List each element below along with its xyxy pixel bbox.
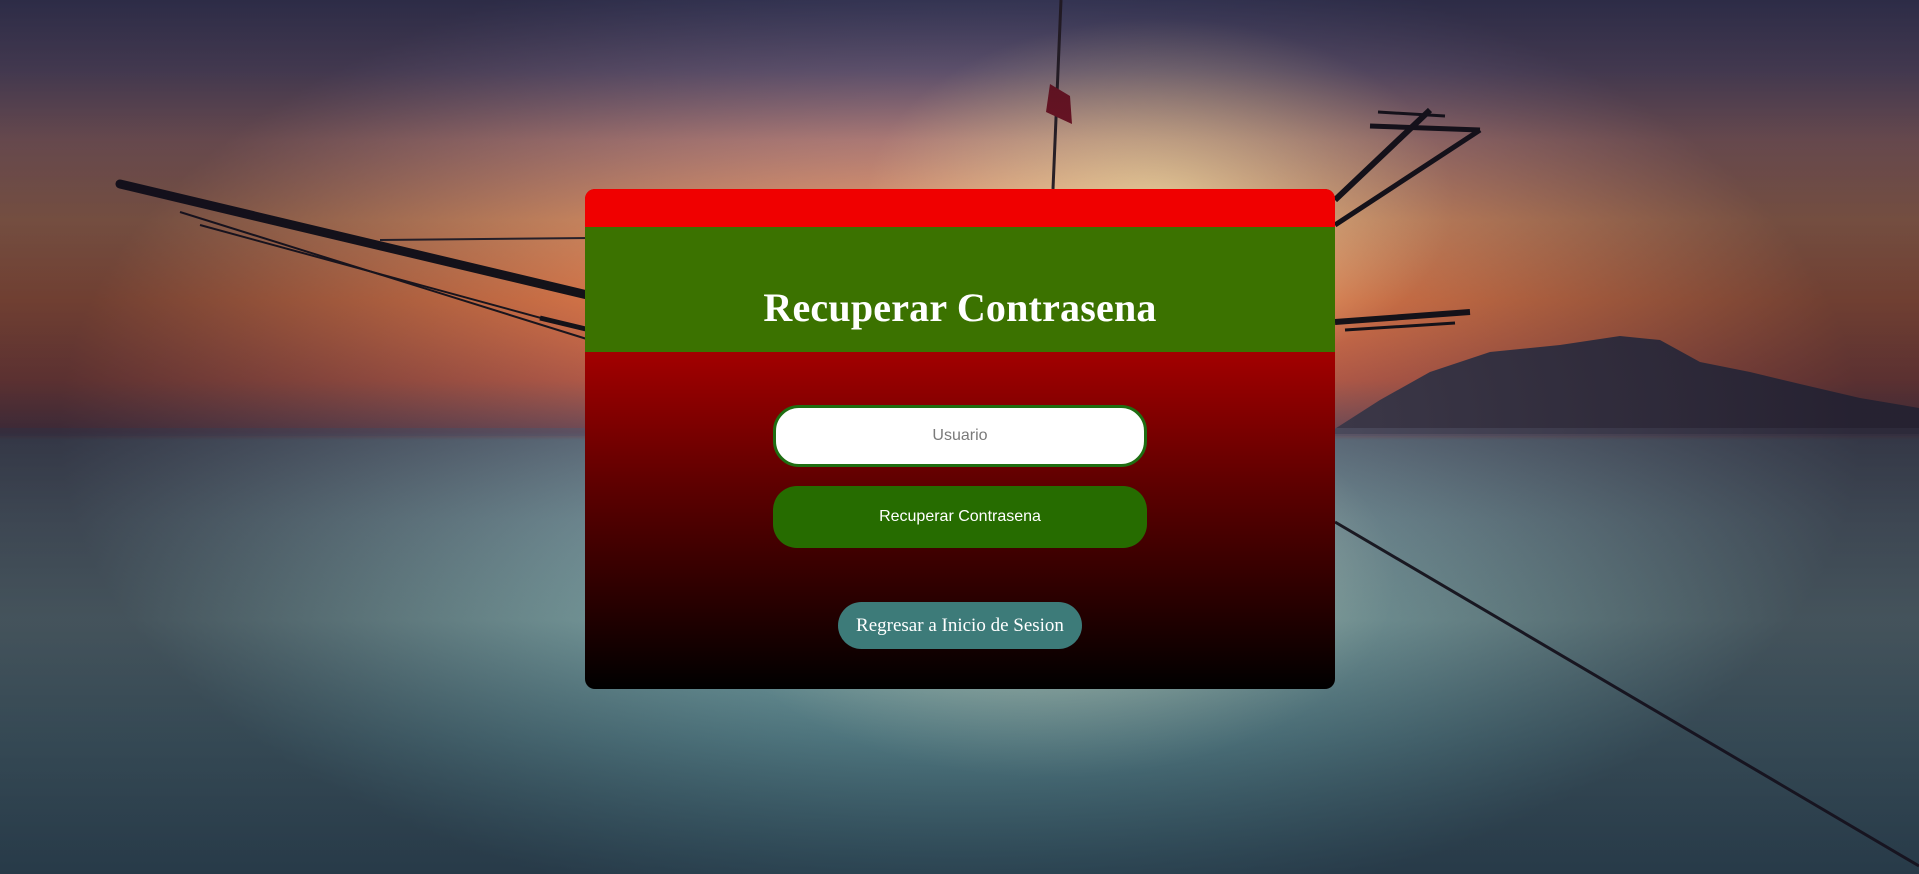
page-title: Recuperar Contrasena — [763, 285, 1157, 330]
back-to-login-button[interactable]: Regresar a Inicio de Sesion — [838, 602, 1082, 649]
recover-password-card: Recuperar Contrasena Recuperar Contrasen… — [585, 189, 1335, 689]
card-header: Recuperar Contrasena — [585, 227, 1335, 352]
card-top-bar — [585, 189, 1335, 227]
recover-password-button[interactable]: Recuperar Contrasena — [773, 486, 1147, 548]
username-input[interactable] — [773, 405, 1147, 467]
